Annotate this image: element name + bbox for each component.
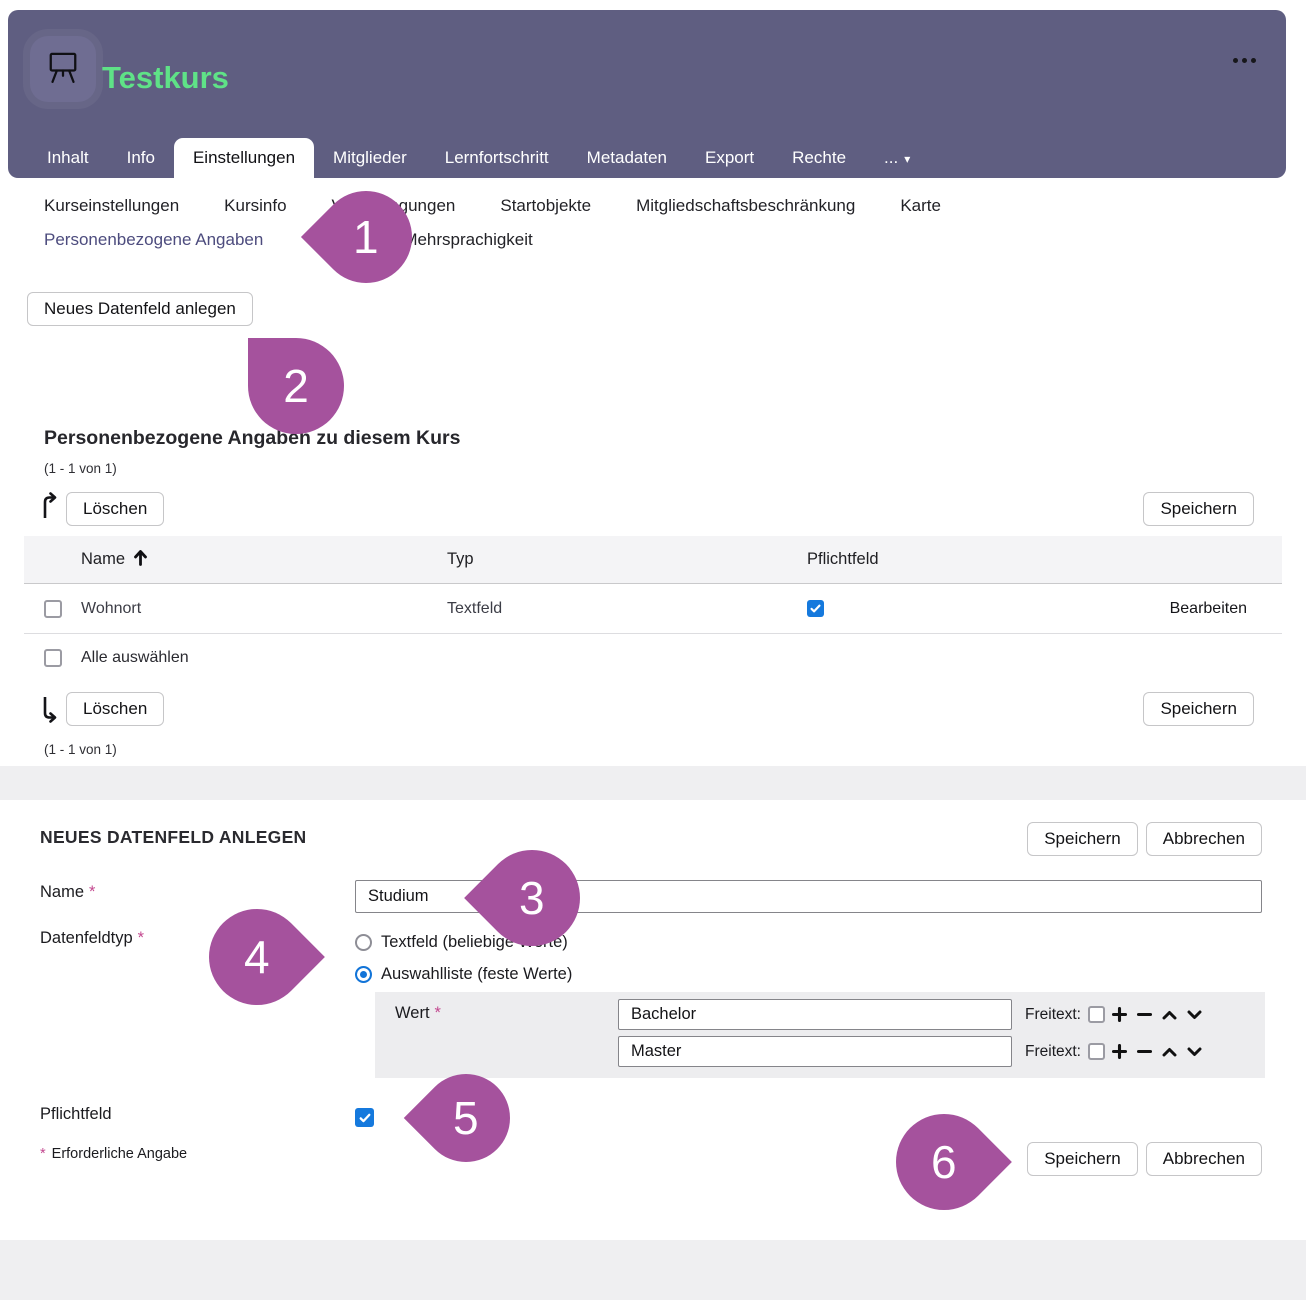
- field-type-cell: Textfeld: [447, 600, 807, 618]
- subtab-kurseinstellungen[interactable]: Kurseinstellungen: [44, 196, 179, 216]
- save-button-bottom[interactable]: Speichern: [1143, 692, 1254, 726]
- form-title: NEUES DATENFELD ANLEGEN: [40, 827, 307, 848]
- field-name-cell: Wohnort: [81, 600, 141, 618]
- table-row: Wohnort Textfeld Bearbeiten: [24, 584, 1282, 634]
- tab-info[interactable]: Info: [108, 138, 174, 178]
- radio-auswahlliste-label: Auswahlliste (feste Werte): [381, 965, 572, 984]
- move-up-icon[interactable]: [1160, 1046, 1180, 1058]
- form-save-button-top[interactable]: Speichern: [1027, 822, 1138, 856]
- apply-down-arrow-icon: [40, 694, 60, 729]
- wert-input-1[interactable]: [618, 999, 1012, 1030]
- delete-button-top[interactable]: Löschen: [66, 492, 164, 526]
- freitext-label: Freitext:: [1025, 1043, 1081, 1061]
- column-name-label: Name: [81, 550, 125, 569]
- subtab-karte[interactable]: Karte: [900, 196, 941, 216]
- result-count-top: (1 - 1 von 1): [44, 461, 117, 476]
- move-down-icon[interactable]: [1185, 1009, 1205, 1021]
- tab-einstellungen[interactable]: Einstellungen: [174, 138, 314, 178]
- required-footnote: *Erforderliche Angabe: [40, 1146, 187, 1162]
- subtab-mehrsprachigkeit[interactable]: Mehrsprachigkeit: [403, 230, 532, 250]
- form-save-button-bottom[interactable]: Speichern: [1027, 1142, 1138, 1176]
- subtab-personenbezogene-angaben[interactable]: Personenbezogene Angaben: [44, 230, 263, 250]
- name-field-label: Name*: [40, 883, 95, 902]
- subtab-mitgliedschaftsbeschraenkung[interactable]: Mitgliedschaftsbeschränkung: [636, 196, 855, 216]
- wert-row-2: Freitext:: [618, 1036, 1205, 1067]
- wert-input-2[interactable]: [618, 1036, 1012, 1067]
- edit-link[interactable]: Bearbeiten: [1170, 600, 1247, 617]
- remove-value-icon[interactable]: [1135, 1007, 1155, 1022]
- move-down-icon[interactable]: [1185, 1046, 1205, 1058]
- actions-ellipsis-icon[interactable]: [1233, 58, 1256, 63]
- subtab-row-2: Personenbezogene Angaben Mehrsprachigkei…: [44, 230, 533, 250]
- freitext-checkbox-1[interactable]: [1088, 1006, 1105, 1023]
- course-easel-icon: [42, 46, 84, 93]
- select-all-row: Alle auswählen: [24, 634, 1282, 681]
- subtab-startobjekte[interactable]: Startobjekte: [500, 196, 591, 216]
- tab-more[interactable]: ... ▾: [865, 138, 929, 178]
- page-title: Testkurs: [102, 60, 229, 96]
- annotation-marker-1: 1: [301, 172, 431, 302]
- select-all-checkbox[interactable]: [44, 649, 62, 667]
- subtab-kursinfo[interactable]: Kursinfo: [224, 196, 286, 216]
- chevron-down-icon: ▾: [904, 152, 910, 166]
- wert-label: Wert*: [395, 1004, 441, 1023]
- radio-option-auswahlliste[interactable]: Auswahlliste (feste Werte): [355, 965, 572, 984]
- column-typ: Typ: [447, 550, 807, 569]
- datafields-table: Name Typ Pflichtfeld Wohnort Textfeld: [24, 536, 1282, 681]
- tab-export[interactable]: Export: [686, 138, 773, 178]
- required-asterisk: *: [138, 929, 144, 947]
- annotation-marker-2: 2: [248, 338, 344, 434]
- required-asterisk: *: [435, 1004, 441, 1022]
- footer-strip: [0, 1240, 1306, 1300]
- sort-ascending-icon: [133, 549, 148, 571]
- save-button-top[interactable]: Speichern: [1143, 492, 1254, 526]
- wert-row-1: Freitext:: [618, 999, 1205, 1030]
- type-field-label: Datenfeldtyp*: [40, 929, 144, 948]
- tab-lernfortschritt[interactable]: Lernfortschritt: [426, 138, 568, 178]
- pflichtfeld-label: Pflichtfeld: [40, 1105, 112, 1124]
- result-count-bottom: (1 - 1 von 1): [44, 742, 117, 757]
- add-value-icon[interactable]: [1110, 1044, 1130, 1059]
- radio-icon-unselected[interactable]: [355, 934, 372, 951]
- section-divider: [0, 766, 1306, 800]
- form-buttons-top: Speichern Abbrechen: [1027, 822, 1262, 856]
- remove-value-icon[interactable]: [1135, 1044, 1155, 1059]
- subtab-row-1: Kurseinstellungen Kursinfo Vorbedingunge…: [44, 196, 941, 216]
- form-cancel-button-top[interactable]: Abbrechen: [1146, 822, 1262, 856]
- course-settings-page: Testkurs Inhalt Info Einstellungen Mitgl…: [0, 0, 1306, 1300]
- row-required-checkbox[interactable]: [807, 600, 824, 617]
- form-buttons-bottom: Speichern Abbrechen: [1027, 1142, 1262, 1176]
- annotation-marker-4: 4: [189, 889, 325, 1025]
- freitext-label: Freitext:: [1025, 1006, 1081, 1024]
- course-header-panel: Testkurs Inhalt Info Einstellungen Mitgl…: [8, 10, 1286, 178]
- freitext-checkbox-2[interactable]: [1088, 1043, 1105, 1060]
- row-select-checkbox[interactable]: [44, 600, 62, 618]
- delete-button-bottom[interactable]: Löschen: [66, 692, 164, 726]
- table-header-row: Name Typ Pflichtfeld: [24, 536, 1282, 584]
- list-section-title: Personenbezogene Angaben zu diesem Kurs: [44, 427, 460, 450]
- add-value-icon[interactable]: [1110, 1007, 1130, 1022]
- tab-inhalt[interactable]: Inhalt: [28, 138, 108, 178]
- required-asterisk: *: [89, 883, 95, 901]
- column-pflichtfeld: Pflichtfeld: [807, 550, 1147, 569]
- select-all-label: Alle auswählen: [81, 649, 189, 667]
- new-datafield-button[interactable]: Neues Datenfeld anlegen: [27, 292, 253, 326]
- move-up-icon[interactable]: [1160, 1009, 1180, 1021]
- annotation-marker-6: 6: [876, 1094, 1012, 1230]
- apply-up-arrow-icon: [40, 492, 60, 527]
- main-tab-bar: Inhalt Info Einstellungen Mitglieder Ler…: [28, 138, 929, 178]
- tab-more-label: ...: [884, 148, 898, 167]
- column-name[interactable]: Name: [81, 549, 447, 571]
- pflichtfeld-checkbox[interactable]: [355, 1108, 374, 1127]
- course-icon-tile: [30, 36, 96, 102]
- tab-metadaten[interactable]: Metadaten: [568, 138, 686, 178]
- tab-mitglieder[interactable]: Mitglieder: [314, 138, 426, 178]
- form-cancel-button-bottom[interactable]: Abbrechen: [1146, 1142, 1262, 1176]
- tab-rechte[interactable]: Rechte: [773, 138, 865, 178]
- radio-icon-selected[interactable]: [355, 966, 372, 983]
